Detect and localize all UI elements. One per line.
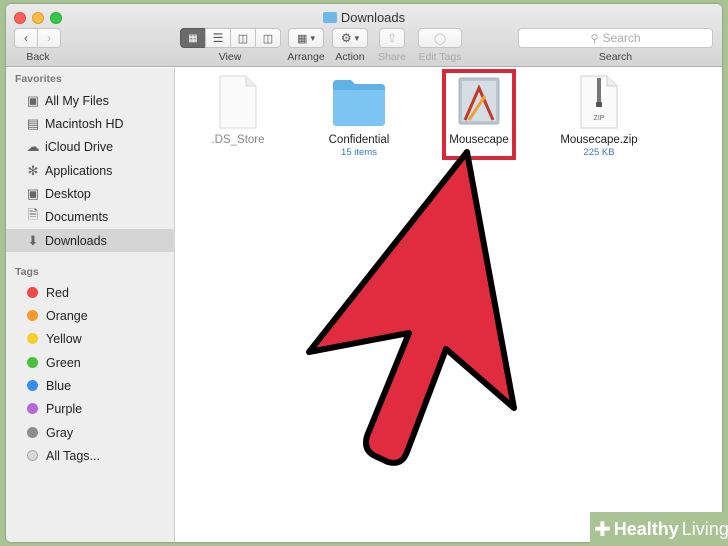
annotation-arrow [306,149,517,466]
watermark: ✚ Healthy Living [590,512,728,546]
plus-logo-icon: ✚ [594,518,611,541]
